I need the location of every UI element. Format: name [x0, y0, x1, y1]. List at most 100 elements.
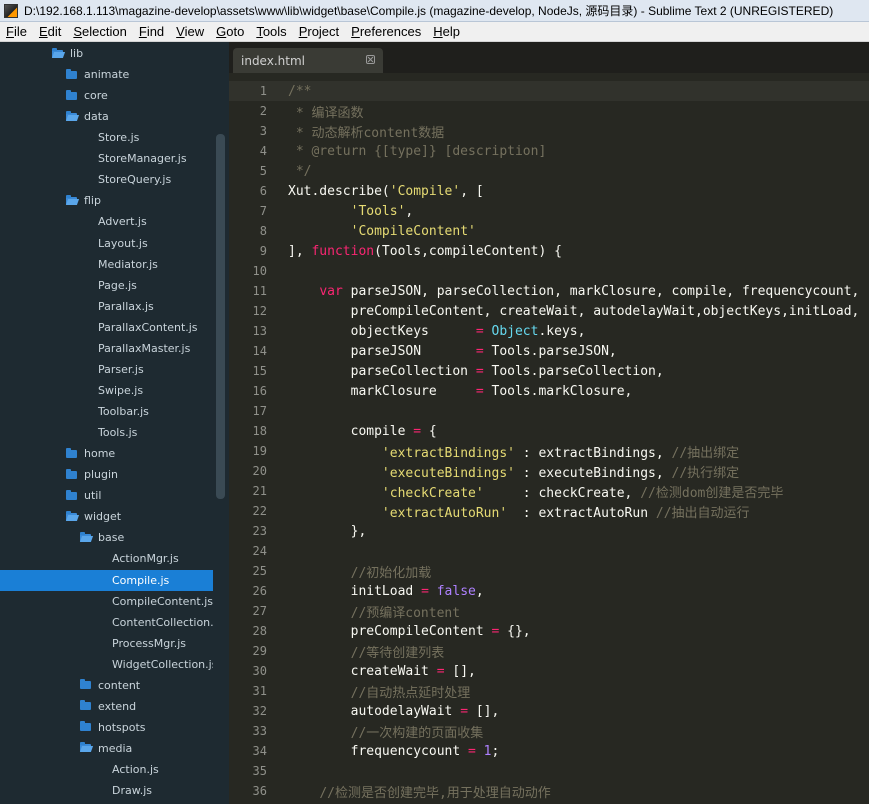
- menu-selection[interactable]: Selection: [67, 24, 132, 39]
- sidebar-item-home[interactable]: home: [0, 443, 213, 464]
- code-line[interactable]: 22 'extractAutoRun' : extractAutoRun //抽…: [229, 501, 869, 521]
- sidebar-item-data[interactable]: data: [0, 106, 213, 127]
- code-comment: //自动热点延时处理: [350, 685, 471, 701]
- menu-label-rest: elp: [442, 24, 460, 39]
- sidebar-item-layout-js[interactable]: Layout.js: [0, 233, 213, 254]
- sidebar-item-storemanager-js[interactable]: StoreManager.js: [0, 148, 213, 169]
- sidebar-item-compilecontent-js[interactable]: CompileContent.js: [0, 591, 213, 612]
- code-line[interactable]: 7 'Tools',: [229, 201, 869, 221]
- menu-find[interactable]: Find: [133, 24, 170, 39]
- code-line[interactable]: 14 parseJSON = Tools.parseJSON,: [229, 341, 869, 361]
- sidebar-item-parallaxmaster-js[interactable]: ParallaxMaster.js: [0, 338, 213, 359]
- code-line[interactable]: 3 * 动态解析content数据: [229, 121, 869, 141]
- code-line[interactable]: 35: [229, 761, 869, 781]
- sidebar-item-processmgr-js[interactable]: ProcessMgr.js: [0, 633, 213, 654]
- code-line[interactable]: 8 'CompileContent': [229, 221, 869, 241]
- menu-project[interactable]: Project: [293, 24, 345, 39]
- menu-tools[interactable]: Tools: [250, 24, 292, 39]
- code-line[interactable]: 11 var parseJSON, parseCollection, markC…: [229, 281, 869, 301]
- code-line[interactable]: 12 preCompileContent, createWait, autode…: [229, 301, 869, 321]
- code-content: objectKeys = Object.keys,: [288, 324, 586, 339]
- code-line[interactable]: 5 */: [229, 161, 869, 181]
- tab-index-html[interactable]: index.html: [233, 48, 383, 73]
- sidebar-item-base[interactable]: base: [0, 527, 213, 548]
- sidebar-item-toolbar-js[interactable]: Toolbar.js: [0, 401, 213, 422]
- code-line[interactable]: 34 frequencycount = 1;: [229, 741, 869, 761]
- code-line[interactable]: 27 //预编译content: [229, 601, 869, 621]
- sidebar-item-widgetcollection-js[interactable]: WidgetCollection.js: [0, 654, 213, 675]
- code-line[interactable]: 4 * @return {[type]} [description]: [229, 141, 869, 161]
- sidebar-item-parallaxcontent-js[interactable]: ParallaxContent.js: [0, 317, 213, 338]
- sidebar-item-page-js[interactable]: Page.js: [0, 275, 213, 296]
- sidebar-item-mediator-js[interactable]: Mediator.js: [0, 254, 213, 275]
- sidebar-item-plugin[interactable]: plugin: [0, 464, 213, 485]
- line-number: 20: [252, 464, 267, 478]
- code-editor[interactable]: 1/** 2 * 编译函数 3 * 动态解析content数据 4 * @return…: [229, 73, 869, 804]
- sidebar-item-advert-js[interactable]: Advert.js: [0, 211, 213, 232]
- code-line[interactable]: 36 //检测是否创建完毕,用于处理自动动作: [229, 781, 869, 801]
- code-line[interactable]: 19 'extractBindings' : extractBindings, …: [229, 441, 869, 461]
- code-line[interactable]: 13 objectKeys = Object.keys,: [229, 321, 869, 341]
- code-line[interactable]: 29 //等待创建列表: [229, 641, 869, 661]
- code-line[interactable]: 30 createWait = [],: [229, 661, 869, 681]
- sidebar-item-label: ParallaxMaster.js: [98, 341, 191, 355]
- menu-edit[interactable]: Edit: [33, 24, 67, 39]
- sublime-app-icon[interactable]: [4, 3, 18, 18]
- menu-view[interactable]: View: [170, 24, 210, 39]
- code-line[interactable]: 9], function(Tools,compileContent) {: [229, 241, 869, 261]
- sidebar-item-label: ActionMgr.js: [112, 552, 179, 566]
- menu-goto[interactable]: Goto: [210, 24, 250, 39]
- sidebar-item-action-js[interactable]: Action.js: [0, 759, 213, 780]
- code-comment: //等待创建列表: [350, 645, 445, 661]
- folder-open-icon: [80, 531, 91, 542]
- code-string: 'Tools': [350, 203, 406, 219]
- code-line[interactable]: 18 compile = {: [229, 421, 869, 441]
- code-line[interactable]: 20 'executeBindings' : executeBindings, …: [229, 461, 869, 481]
- code-line[interactable]: 31 //自动热点延时处理: [229, 681, 869, 701]
- sidebar-item-swipe-js[interactable]: Swipe.js: [0, 380, 213, 401]
- sidebar-item-store-js[interactable]: Store.js: [0, 127, 213, 148]
- sidebar-item-flip[interactable]: flip: [0, 190, 213, 211]
- code-line[interactable]: 23 },: [229, 521, 869, 541]
- sidebar-item-widget[interactable]: widget: [0, 506, 213, 527]
- code-line[interactable]: 17: [229, 401, 869, 421]
- sidebar-item-media[interactable]: media: [0, 738, 213, 759]
- sidebar-scrollbar[interactable]: [216, 134, 225, 499]
- sidebar-item-core[interactable]: core: [0, 85, 213, 106]
- sidebar-item-animate[interactable]: animate: [0, 64, 213, 85]
- code-line[interactable]: 10: [229, 261, 869, 281]
- sidebar-item-parallax-js[interactable]: Parallax.js: [0, 296, 213, 317]
- code-line[interactable]: 33 //一次构建的页面收集: [229, 721, 869, 741]
- sidebar-item-actionmgr-js[interactable]: ActionMgr.js: [0, 548, 213, 569]
- code-line[interactable]: 15 parseCollection = Tools.parseCollecti…: [229, 361, 869, 381]
- code-line[interactable]: 21 'checkCreate' : checkCreate, //检测dom创…: [229, 481, 869, 501]
- tab-close-icon[interactable]: [366, 55, 375, 64]
- code-line[interactable]: 6 Xut.describe('Compile', [: [229, 181, 869, 201]
- code-line[interactable]: 28 preCompileContent = {},: [229, 621, 869, 641]
- code-line[interactable]: 26 initLoad = false,: [229, 581, 869, 601]
- sidebar-item-lib[interactable]: lib: [0, 43, 213, 64]
- sidebar-item-draw-js[interactable]: Draw.js: [0, 780, 213, 801]
- code-string: 'CompileContent': [350, 223, 476, 239]
- sidebar-item-parser-js[interactable]: Parser.js: [0, 359, 213, 380]
- sidebar-item-util[interactable]: util: [0, 485, 213, 506]
- sidebar-item-extend[interactable]: extend: [0, 696, 213, 717]
- code-line[interactable]: 2 * 编译函数: [229, 101, 869, 121]
- code-line[interactable]: 25 //初始化加载: [229, 561, 869, 581]
- code-text: [],: [468, 703, 500, 719]
- code-line[interactable]: 16 markClosure = Tools.markClosure,: [229, 381, 869, 401]
- code-line[interactable]: 32 autodelayWait = [],: [229, 701, 869, 721]
- line-number: 21: [252, 484, 267, 498]
- sidebar-item-contentcollection-j[interactable]: ContentCollection.j: [0, 612, 213, 633]
- sidebar-item-tools-js[interactable]: Tools.js: [0, 422, 213, 443]
- menu-help[interactable]: Help: [427, 24, 466, 39]
- code-comment: //一次构建的页面收集: [350, 725, 484, 741]
- code-line[interactable]: 1 /**: [229, 81, 869, 101]
- menu-preferences[interactable]: Preferences: [345, 24, 427, 39]
- menu-file[interactable]: File: [0, 24, 33, 39]
- sidebar-item-storequery-js[interactable]: StoreQuery.js: [0, 169, 213, 190]
- code-line[interactable]: 24: [229, 541, 869, 561]
- sidebar-item-hotspots[interactable]: hotspots: [0, 717, 213, 738]
- sidebar-item-compile-js[interactable]: Compile.js: [0, 569, 213, 591]
- sidebar-item-content[interactable]: content: [0, 675, 213, 696]
